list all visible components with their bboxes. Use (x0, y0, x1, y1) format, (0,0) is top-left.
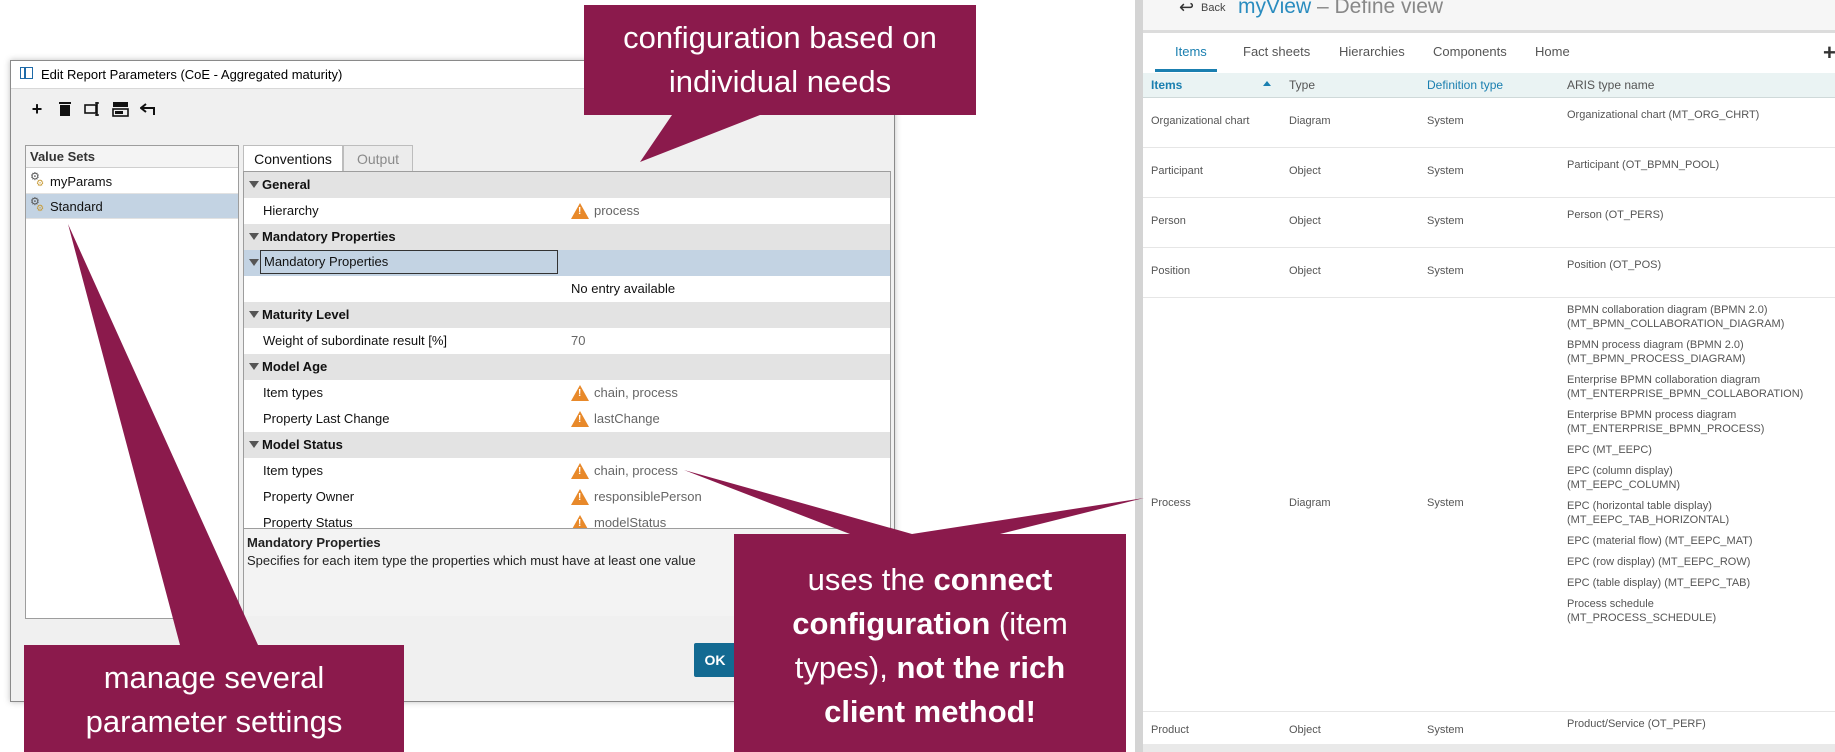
callout-emphasis: not the rich (896, 650, 1066, 685)
callout-top-line: configuration based on (623, 20, 937, 55)
callout-text: uses the (807, 562, 934, 597)
callout-text: types), (794, 650, 897, 685)
callout-top-line: individual needs (668, 64, 892, 99)
callout-emphasis: connect (933, 562, 1053, 597)
callout-emphasis: configuration (792, 606, 991, 641)
callout-bottom-left: manage several parameter settings (24, 656, 404, 744)
callout-bottom-left-line: parameter settings (85, 704, 343, 739)
callout-bottom-right: uses the connect configuration (item typ… (734, 558, 1126, 734)
callout-bottom-left-line: manage several (103, 660, 325, 695)
callout-top: configuration based on individual needs (584, 16, 976, 104)
callout-emphasis: client method! (824, 694, 1036, 729)
callout-text: (item (990, 606, 1068, 641)
